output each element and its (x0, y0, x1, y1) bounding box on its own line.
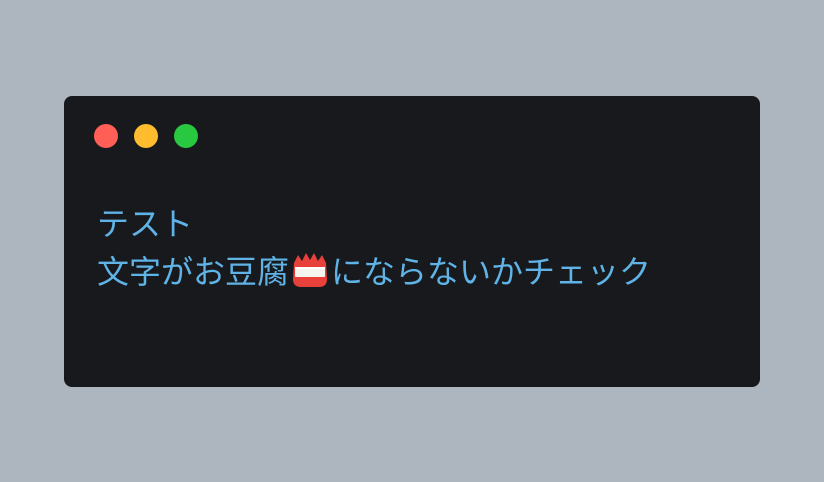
code-line-2-end: にならないかチェック (331, 253, 652, 291)
window-controls (94, 124, 198, 148)
close-button[interactable] (94, 124, 118, 148)
maximize-button[interactable] (174, 124, 198, 148)
code-line-1: テスト (97, 205, 194, 243)
code-line-2-start: 文字がお豆腐 (97, 253, 290, 291)
code-line-2: 文字がお豆腐 にならないかチェック (97, 248, 651, 296)
code-text: テスト 文字がお豆腐 にならないかチェック (97, 200, 651, 296)
minimize-button[interactable] (134, 124, 158, 148)
tofu-emoji-icon (293, 253, 328, 287)
code-window: テスト 文字がお豆腐 にならないかチェック (64, 96, 760, 387)
